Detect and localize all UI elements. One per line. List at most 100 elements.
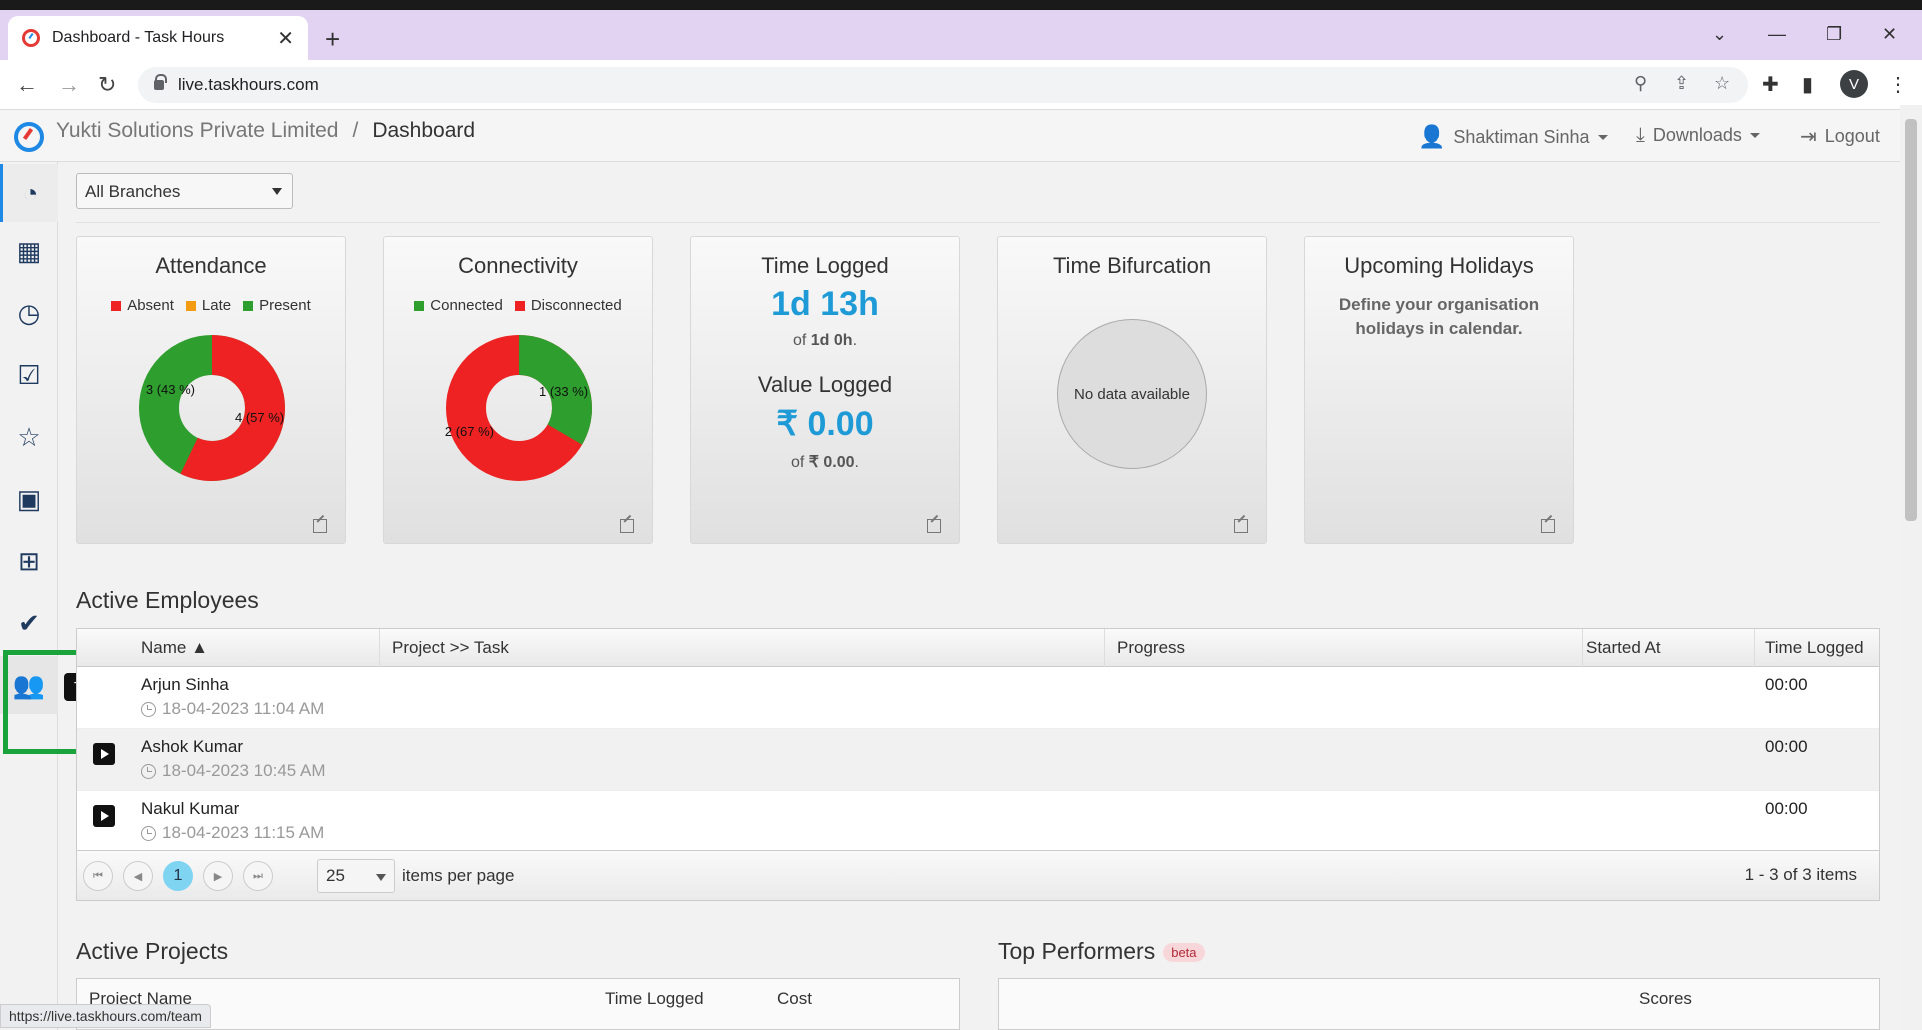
logout-button[interactable]: ⇥ Logout: [1800, 124, 1880, 149]
employee-time-logged: 00:00: [1765, 737, 1808, 756]
expand-icon[interactable]: [313, 519, 327, 533]
beta-badge: beta: [1163, 943, 1205, 963]
legend-connected[interactable]: Connected: [414, 297, 503, 314]
bookmark-star-icon[interactable]: ☆: [1714, 73, 1730, 94]
restore-icon[interactable]: ❐: [1826, 24, 1842, 45]
expand-icon[interactable]: [1541, 519, 1555, 533]
star-icon[interactable]: ☆: [0, 408, 58, 466]
expand-icon[interactable]: [1234, 519, 1248, 533]
legend-disconnected[interactable]: Disconnected: [514, 297, 622, 314]
time-logged-value: 1d 13h: [771, 285, 879, 323]
branch-select[interactable]: All Branches: [76, 173, 293, 209]
close-tab-icon[interactable]: ✕: [277, 26, 294, 51]
address-bar: ← → ↻ live.taskhours.com ⚲ ⇪ ☆ ✚ ▮ V ⋮: [0, 60, 1922, 110]
contact-card-icon[interactable]: ▣: [0, 470, 58, 528]
page-scrollbar[interactable]: [1900, 105, 1922, 1030]
browser-menu-icon[interactable]: ⋮: [1888, 72, 1908, 97]
reload-icon[interactable]: ↻: [98, 72, 116, 98]
chevron-down-icon: [1597, 134, 1608, 140]
table-row[interactable]: Nakul Kumar 18-04-2023 11:15 AM 00:00: [77, 791, 1879, 853]
legend-absent[interactable]: Absent: [111, 297, 174, 314]
attendance-donut[interactable]: 3 (43 %) 4 (57 %): [77, 328, 347, 488]
first-page-icon[interactable]: ⏮: [83, 861, 113, 891]
url-field[interactable]: live.taskhours.com: [138, 67, 1748, 103]
col-name[interactable]: Name ▲: [141, 638, 208, 658]
logout-icon: ⇥: [1800, 126, 1817, 148]
page-current[interactable]: 1: [163, 861, 193, 891]
employee-name[interactable]: Ashok Kumar: [141, 737, 243, 757]
slice-label-absent: 4 (57 %): [235, 410, 284, 425]
legend-present[interactable]: Present: [243, 297, 311, 314]
card-title: Time Logged: [761, 253, 889, 278]
expand-icon[interactable]: [927, 519, 941, 533]
card-title: Upcoming Holidays: [1344, 253, 1534, 278]
page-size-select[interactable]: 25: [317, 859, 395, 893]
employee-name[interactable]: Nakul Kumar: [141, 799, 239, 819]
extensions-icon[interactable]: ✚: [1762, 72, 1779, 97]
slice-label-present: 3 (43 %): [146, 382, 195, 397]
new-tab-icon[interactable]: +: [325, 24, 340, 55]
employee-name[interactable]: Arjun Sinha: [141, 675, 229, 695]
back-icon[interactable]: ←: [16, 72, 38, 98]
user-menu[interactable]: 👤 Shaktiman Sinha: [1418, 124, 1608, 150]
col-project-task[interactable]: Project >> Task: [392, 638, 509, 658]
legend-late[interactable]: Late: [185, 297, 231, 314]
prev-page-icon[interactable]: ◀: [123, 861, 153, 891]
calendar-icon[interactable]: ▦: [0, 222, 58, 280]
taskhours-logo[interactable]: [14, 122, 44, 152]
clock-icon: [141, 701, 156, 717]
taskhours-favicon-icon: [22, 29, 40, 47]
checklist-icon[interactable]: ✔: [0, 594, 58, 652]
col-time-logged[interactable]: Time Logged: [605, 989, 704, 1009]
side-panel-icon[interactable]: ▮: [1802, 72, 1813, 97]
branch-select-value: All Branches: [85, 182, 181, 201]
logout-label: Logout: [1824, 126, 1880, 146]
clock-icon: [141, 825, 156, 841]
clipboard-check-icon[interactable]: ☑: [0, 346, 58, 404]
profile-avatar[interactable]: V: [1840, 70, 1868, 98]
pager: ⏮ ◀ 1 ▶ ⏭ 25 items per page 1 - 3 of 3 i…: [77, 850, 1879, 900]
user-name: Shaktiman Sinha: [1453, 126, 1590, 147]
tab-search-icon[interactable]: ⌄: [1712, 24, 1727, 45]
zoom-search-icon[interactable]: ⚲: [1634, 73, 1647, 94]
col-started-at[interactable]: Started At: [1586, 638, 1661, 658]
col-scores[interactable]: Scores: [1639, 989, 1692, 1009]
forward-icon[interactable]: →: [58, 72, 80, 98]
col-time-logged[interactable]: Time Logged: [1765, 638, 1864, 658]
expand-icon[interactable]: [620, 519, 634, 533]
top-performers-grid: Scores: [998, 978, 1880, 1030]
org-name[interactable]: Yukti Solutions Private Limited: [56, 119, 338, 143]
employee-time-logged: 00:00: [1765, 799, 1808, 818]
grid-icon[interactable]: ⊞: [0, 532, 58, 590]
col-cost[interactable]: Cost: [777, 989, 812, 1009]
connectivity-donut[interactable]: 1 (33 %) 2 (67 %): [384, 328, 654, 488]
value-logged-title: Value Logged: [757, 372, 893, 397]
next-page-icon[interactable]: ▶: [203, 861, 233, 891]
slice-label-disconnected: 2 (67 %): [445, 424, 494, 439]
col-progress[interactable]: Progress: [1117, 638, 1185, 658]
employee-time: 18-04-2023 10:45 AM: [141, 761, 326, 781]
minimize-icon[interactable]: —: [1768, 24, 1786, 45]
pager-info: 1 - 3 of 3 items: [1744, 865, 1857, 884]
user-icon: 👤: [1418, 124, 1446, 149]
downloads-menu[interactable]: ⤓ Downloads: [1636, 124, 1760, 147]
play-icon[interactable]: [93, 805, 115, 827]
table-row[interactable]: Ashok Kumar 18-04-2023 10:45 AM 00:00: [77, 729, 1879, 791]
play-icon[interactable]: [93, 743, 115, 765]
annotation-highlight-box: [3, 650, 85, 754]
upcoming-holidays-card: Upcoming Holidays Define your organisati…: [1304, 236, 1574, 544]
dashboard-icon[interactable]: ◔: [0, 164, 58, 222]
close-window-icon[interactable]: ✕: [1882, 24, 1897, 45]
window-top-bar: [0, 0, 1922, 10]
chevron-down-icon: [272, 188, 282, 195]
clock-icon[interactable]: ◷: [0, 284, 58, 342]
table-row[interactable]: Arjun Sinha 18-04-2023 11:04 AM 00:00: [77, 667, 1879, 729]
chevron-down-icon: [1749, 133, 1760, 138]
browser-tab[interactable]: Dashboard - Task Hours ✕: [8, 16, 308, 60]
value-logged-of: of ₹ 0.00.: [790, 454, 859, 471]
time-logged-of: of 1d 0h.: [792, 332, 858, 349]
last-page-icon[interactable]: ⏭: [243, 861, 273, 891]
chart-legend: Absent Late Present: [77, 297, 345, 314]
employee-time-logged: 00:00: [1765, 675, 1808, 694]
share-icon[interactable]: ⇪: [1674, 73, 1689, 94]
